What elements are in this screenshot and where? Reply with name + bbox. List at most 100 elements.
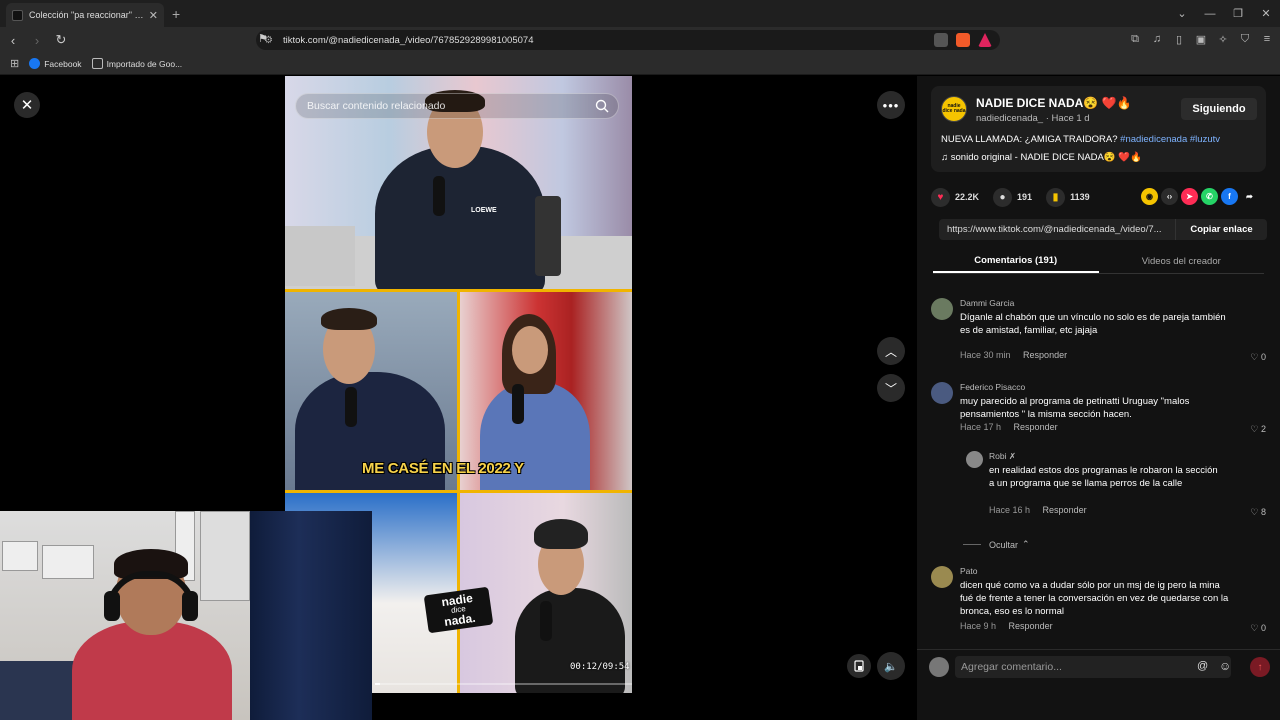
save-count: 1139 — [1070, 192, 1090, 202]
bookmark-folder[interactable]: Importado de Goo... — [91, 58, 182, 69]
comment-input[interactable]: Agregar comentario... — [955, 656, 1231, 678]
wall-poster — [2, 541, 38, 571]
creator-handle[interactable]: nadiedicenada_ — [976, 113, 1043, 124]
related-search-input[interactable]: Buscar contenido relacionado — [295, 93, 619, 119]
comment-like-button[interactable]: ♡ 8 — [1250, 507, 1266, 518]
video-progress-bar[interactable] — [375, 683, 632, 685]
comment-button[interactable]: ● 191 — [993, 187, 1032, 207]
more-options-icon[interactable]: ••• — [877, 91, 905, 119]
webcam-overlay — [0, 511, 372, 720]
minimize-icon[interactable]: — — [1196, 0, 1224, 27]
reply-button[interactable]: Responder — [1009, 621, 1053, 631]
send-to-friends-icon[interactable]: ➤ — [1181, 188, 1198, 205]
translate-icon[interactable] — [934, 33, 948, 47]
facebook-share-icon[interactable]: f — [1221, 188, 1238, 205]
comment-like-button[interactable]: ♡ 0 — [1250, 623, 1266, 634]
previous-video-icon[interactable]: ︿ — [877, 337, 905, 365]
creator-avatar[interactable]: nadie dice nada — [941, 96, 967, 122]
close-video-icon[interactable]: ✕ — [14, 92, 40, 118]
hashtag-link[interactable]: #luzutv — [1190, 134, 1220, 145]
wallet-icon[interactable]: ▣ — [1194, 31, 1208, 47]
bookmark-facebook[interactable]: Facebook — [29, 58, 82, 69]
copy-link-button[interactable]: Copiar enlace — [1175, 219, 1267, 240]
url-text[interactable]: tiktok.com/@nadiedicenada_/video/7678529… — [283, 35, 934, 46]
wall-poster — [42, 545, 94, 579]
share-link-row: https://www.tiktok.com/@nadiedicenada_/v… — [939, 219, 1267, 240]
user-avatar[interactable] — [929, 657, 949, 677]
wall-poster — [200, 511, 250, 601]
commenter-name[interactable]: Pato — [960, 566, 978, 576]
reply-button[interactable]: Responder — [1014, 422, 1058, 432]
tab-comments[interactable]: Comentarios (191) — [933, 249, 1099, 273]
hashtag-link[interactable]: #nadiedicenada — [1120, 134, 1187, 145]
tab-search-chevron-icon[interactable]: ⌄ — [1168, 0, 1196, 27]
share-arrow-icon[interactable]: ➦ — [1241, 188, 1258, 205]
action-bar: ♥ 22.2K ● 191 ▮ 1139 ◉ ‹› ➤ ✆ f ➦ — [931, 186, 1266, 208]
following-button[interactable]: Siguiendo — [1181, 98, 1257, 120]
tab-close-icon[interactable]: ✕ — [149, 9, 158, 22]
add-comment-bar: Agregar comentario... @ ☺ ↑ — [917, 649, 1280, 683]
reply-button[interactable]: Responder — [1023, 350, 1067, 360]
window-controls: ⌄ — ❐ ✕ — [1168, 0, 1280, 27]
commenter-avatar[interactable] — [931, 382, 953, 404]
creator-card: nadie dice nada NADIE DICE NADA😵 ❤️🔥 nad… — [931, 86, 1266, 172]
menu-icon[interactable]: ≡ — [1260, 31, 1274, 47]
reply-button[interactable]: Responder — [1043, 505, 1087, 515]
heart-icon: ♥ — [931, 187, 950, 207]
forward-icon[interactable]: › — [26, 29, 48, 51]
comment-time: Hace 17 h — [960, 422, 1002, 432]
brave-rewards-icon[interactable] — [978, 33, 992, 47]
comment-text: Díganle al chabón que un vínculo no solo… — [960, 312, 1226, 336]
commenter-avatar[interactable] — [931, 566, 953, 588]
comment-meta: Hace 9 h Responder — [960, 621, 1053, 631]
next-video-icon[interactable]: ﹀ — [877, 374, 905, 402]
new-tab-icon[interactable]: + — [172, 6, 180, 22]
save-button[interactable]: ▮ 1139 — [1046, 187, 1090, 207]
comment-like-button[interactable]: ♡ 0 — [1250, 352, 1266, 363]
sound-link[interactable]: ♫ sonido original - NADIE DICE NADA😵 ❤️🔥 — [941, 152, 1142, 163]
window-close-icon[interactable]: ✕ — [1252, 0, 1280, 27]
media-icon[interactable]: ♫ — [1150, 31, 1164, 47]
whatsapp-icon[interactable]: ✆ — [1201, 188, 1218, 205]
comment-time: Hace 16 h — [989, 505, 1031, 515]
volume-icon[interactable]: 🔈 — [877, 652, 905, 680]
video-panel-host: LOEWE Buscar contenido relacionado — [285, 76, 632, 289]
search-icon[interactable] — [595, 99, 609, 113]
facebook-icon — [29, 58, 41, 69]
browser-tab[interactable]: Colección "pa reaccionar" cre ✕ — [6, 3, 164, 27]
share-link-field[interactable]: https://www.tiktok.com/@nadiedicenada_/v… — [939, 219, 1175, 240]
commenter-avatar[interactable] — [931, 298, 953, 320]
like-button[interactable]: ♥ 22.2K — [931, 187, 979, 207]
creator-name[interactable]: NADIE DICE NADA😵 ❤️🔥 — [976, 96, 1132, 110]
brave-shields-icon[interactable] — [956, 33, 970, 47]
mention-icon[interactable]: @ — [1197, 660, 1208, 672]
hide-replies-button[interactable]: Ocultar ⌃ — [963, 539, 1030, 550]
sidebar-icon[interactable]: ▯ — [1172, 31, 1186, 47]
commenter-name[interactable]: Federico Pisacco — [960, 382, 1025, 392]
vpn-shield-icon[interactable]: ⛉ — [1238, 31, 1252, 47]
restore-icon[interactable]: ❐ — [1224, 0, 1252, 27]
embed-icon[interactable]: ‹› — [1161, 188, 1178, 205]
bookmark-icon[interactable]: ⚑ — [258, 32, 268, 45]
back-icon[interactable]: ‹ — [2, 29, 24, 51]
laptop — [285, 226, 355, 286]
comment-text: en realidad estos dos programas le robar… — [989, 465, 1218, 489]
commenter-name[interactable]: Robi ✗ — [989, 451, 1016, 462]
music-note-icon: ♫ — [941, 152, 949, 163]
comment-like-count: 0 — [1260, 352, 1266, 362]
post-comment-icon[interactable]: ↑ — [1250, 657, 1270, 677]
commenter-avatar[interactable] — [966, 451, 983, 468]
floating-player-icon[interactable] — [847, 654, 871, 678]
video-details-panel: nadie dice nada NADIE DICE NADA😵 ❤️🔥 nad… — [917, 76, 1280, 720]
address-bar[interactable]: ⚙ tiktok.com/@nadiedicenada_/video/76785… — [256, 30, 1000, 50]
extensions-icon[interactable]: ⧉ — [1128, 31, 1142, 47]
repost-icon[interactable]: ◉ — [1141, 188, 1158, 205]
reload-icon[interactable]: ↻ — [50, 29, 72, 51]
tab-creator-videos[interactable]: Videos del creador — [1099, 249, 1265, 273]
comment-like-button[interactable]: ♡ 2 — [1250, 424, 1266, 435]
leo-ai-icon[interactable]: ✧ — [1216, 31, 1230, 47]
emoji-icon[interactable]: ☺ — [1219, 659, 1231, 673]
guest-shirt — [515, 588, 625, 693]
apps-grid-icon[interactable]: ⊞ — [10, 57, 19, 70]
commenter-name[interactable]: Dammi Garcia — [960, 298, 1014, 308]
